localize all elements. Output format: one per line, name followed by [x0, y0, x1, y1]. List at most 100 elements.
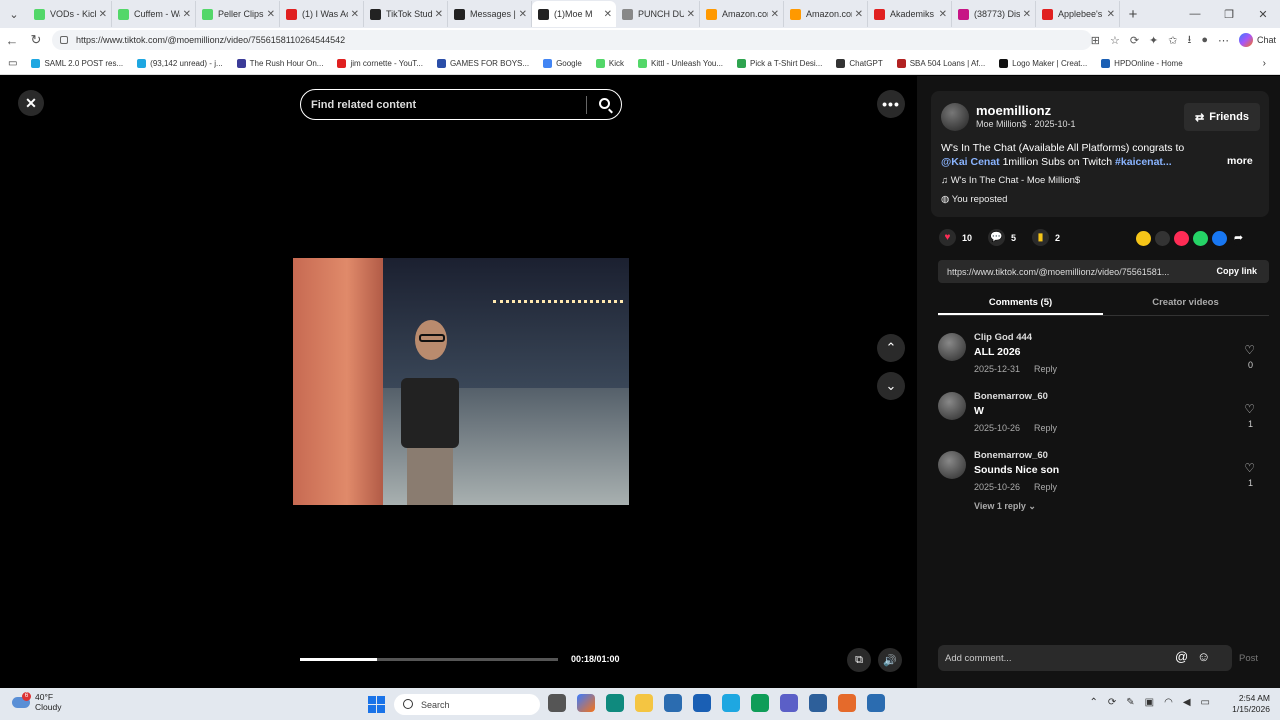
apps-icon[interactable]: ⊞ [1091, 34, 1100, 47]
browser-tab[interactable]: TikTok Studio✕ [364, 1, 448, 27]
downloads-icon[interactable]: ⭳ [1187, 31, 1191, 50]
tab-close-icon[interactable]: ✕ [99, 9, 107, 20]
add-comment-input[interactable]: Add comment... @ ☺ [938, 645, 1232, 671]
tab-close-icon[interactable]: ✕ [183, 9, 191, 20]
restore-icon[interactable]: ❐ [1212, 8, 1246, 21]
new-tab-button[interactable]: + [1120, 6, 1146, 23]
whatsapp-icon[interactable] [1193, 231, 1208, 246]
minimize-icon[interactable]: — [1178, 8, 1212, 20]
system-clock[interactable]: 2:54 AM 1/15/2026 [1232, 693, 1270, 715]
settings-menu-icon[interactable]: ⋯ [1218, 34, 1229, 47]
bookmark-item[interactable]: Pick a T-Shirt Desi... [737, 58, 822, 68]
notepad-icon[interactable] [867, 694, 885, 712]
tab-close-icon[interactable]: ✕ [604, 9, 612, 20]
browser-tab[interactable]: (38773) Disc✕ [952, 1, 1036, 27]
post-comment-button[interactable]: Post [1239, 653, 1258, 664]
music-row[interactable]: ♫ W's In The Chat - Moe Million$ [941, 175, 1080, 186]
taskbar-search[interactable]: Search [394, 694, 540, 715]
tab-close-icon[interactable]: ✕ [855, 9, 863, 20]
browser-tab[interactable]: (1)Moe M ✕ [532, 1, 616, 27]
comment-like-icon[interactable]: ♡ [1244, 402, 1255, 416]
commenter-name[interactable]: Bonemarrow_60 [974, 450, 1048, 461]
bookmark-item[interactable]: Logo Maker | Creat... [999, 58, 1087, 68]
caption-more-button[interactable]: more [1227, 155, 1253, 167]
comment-like-icon[interactable]: ♡ [1244, 461, 1255, 475]
commenter-name[interactable]: Bonemarrow_60 [974, 391, 1048, 402]
embed-icon[interactable] [1155, 231, 1170, 246]
store-icon[interactable] [664, 694, 682, 712]
tab-close-icon[interactable]: ✕ [519, 9, 527, 20]
speaker-icon[interactable]: ◀ [1183, 697, 1191, 708]
mention-icon[interactable]: @ [1175, 649, 1188, 664]
teams-icon[interactable] [780, 694, 798, 712]
browser-tab[interactable]: Amazon.com✕ [700, 1, 784, 27]
bookmark-item[interactable]: SAML 2.0 POST res... [31, 58, 123, 68]
favorite-button[interactable]: ▮ 2 [1032, 229, 1060, 246]
tab-close-icon[interactable]: ✕ [687, 9, 695, 20]
chat-app-icon[interactable] [751, 694, 769, 712]
view-replies-button[interactable]: View 1 reply ⌄ [974, 501, 1036, 512]
copilot-taskbar-icon[interactable] [577, 694, 595, 712]
bookmark-item[interactable]: Google [543, 58, 582, 68]
task-view-icon[interactable] [548, 694, 566, 712]
profile-icon[interactable]: ● [1201, 34, 1208, 46]
favorites-icon[interactable]: ✩ [1168, 34, 1177, 47]
coin-icon[interactable] [1136, 231, 1151, 246]
wifi-icon[interactable]: ◠ [1164, 697, 1173, 708]
comment-button[interactable]: 💬 5 [988, 229, 1016, 246]
creator-avatar[interactable] [941, 103, 969, 131]
url-field[interactable]: https://www.tiktok.com/@moemillionz/vide… [52, 30, 1092, 50]
favorite-star-icon[interactable]: ☆ [1110, 34, 1120, 47]
edge-icon[interactable] [606, 694, 624, 712]
tab-close-icon[interactable]: ✕ [1107, 9, 1115, 20]
comment-like-icon[interactable]: ♡ [1244, 343, 1255, 357]
commenter-avatar[interactable] [938, 333, 966, 361]
creator-username[interactable]: moemillionz [976, 103, 1051, 118]
search-icon[interactable] [599, 98, 610, 109]
network-app-icon[interactable] [722, 694, 740, 712]
commenter-name[interactable]: Clip God 444 [974, 332, 1032, 343]
weather-widget[interactable]: 6 40°F Cloudy [12, 691, 61, 712]
commenter-avatar[interactable] [938, 451, 966, 479]
browser-tab[interactable]: Messages | Ti✕ [448, 1, 532, 27]
browser-tab[interactable]: PUNCH DUM✕ [616, 1, 700, 27]
file-explorer-icon[interactable] [635, 694, 653, 712]
lock-tray-icon[interactable]: ▣ [1145, 697, 1154, 708]
friends-button[interactable]: ⇄ Friends [1184, 103, 1260, 131]
browser-tab[interactable]: Amazon.com✕ [784, 1, 868, 27]
start-button[interactable] [368, 696, 385, 713]
browser-tab[interactable]: Peller Clips - K✕ [196, 1, 280, 27]
close-video-button[interactable]: ✕ [18, 90, 44, 116]
tab-close-icon[interactable]: ✕ [1023, 9, 1031, 20]
copilot-chat-button[interactable]: Chat [1238, 33, 1276, 47]
back-icon[interactable]: ← [0, 33, 24, 48]
refresh-extension-icon[interactable]: ⟳ [1130, 34, 1139, 47]
office-app-icon[interactable] [838, 694, 856, 712]
hashtag-link[interactable]: #kaicenat... [1115, 156, 1172, 168]
copy-link-button[interactable]: Copy link [1216, 266, 1257, 276]
browser-tab[interactable]: Applebee's R✕ [1036, 1, 1120, 27]
browser-tab[interactable]: Cuffem - Wat✕ [112, 1, 196, 27]
bookmark-item[interactable]: ChatGPT [836, 58, 883, 68]
next-video-button[interactable]: ⌄ [877, 372, 905, 400]
tab-close-icon[interactable]: ✕ [771, 9, 779, 20]
bookmark-item[interactable]: HPDOnline - Home [1101, 58, 1183, 68]
pip-icon[interactable]: ⧉ [847, 648, 871, 672]
more-options-button[interactable]: ••• [877, 90, 905, 118]
mention-link[interactable]: @Kai Cenat [941, 156, 1000, 168]
browser-tab[interactable]: Akademiks R✕ [868, 1, 952, 27]
remote-desktop-icon[interactable] [809, 694, 827, 712]
video-progress-bar[interactable] [300, 658, 558, 661]
tab-close-icon[interactable]: ✕ [939, 9, 947, 20]
bookmark-item[interactable]: Kittl - Unleash You... [637, 58, 723, 68]
reload-icon[interactable]: ↻ [24, 32, 48, 48]
facebook-icon[interactable] [1212, 231, 1227, 246]
tab-close-icon[interactable]: ✕ [435, 9, 443, 20]
browser-tab[interactable]: VODs - Kick L✕ [28, 1, 112, 27]
bookmark-item[interactable]: GAMES FOR BOYS... [436, 58, 529, 68]
bookmark-item[interactable]: Kick [595, 58, 624, 68]
send-icon[interactable] [1174, 231, 1189, 246]
tab-list-icon[interactable]: ⌄ [0, 0, 28, 28]
extensions-icon[interactable]: ✦ [1149, 34, 1158, 47]
bookmark-item[interactable]: SBA 504 Loans | Af... [896, 58, 985, 68]
